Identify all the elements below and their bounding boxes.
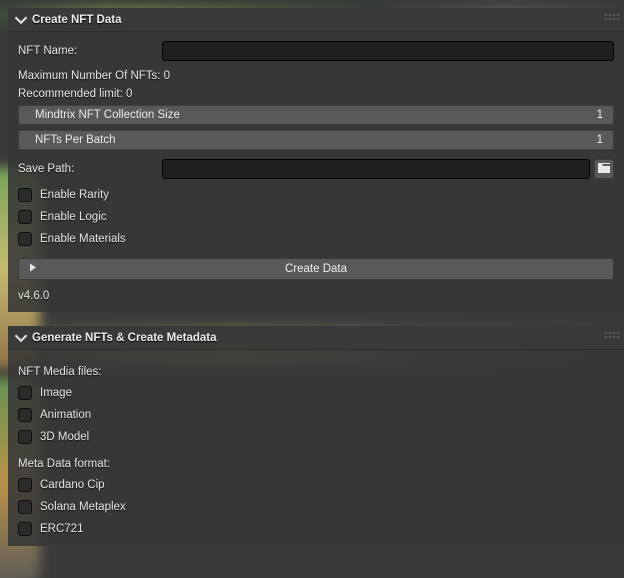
collection-size-value: 1	[597, 109, 603, 121]
drag-handle-icon[interactable]	[605, 14, 619, 20]
image-label: Image	[40, 387, 72, 399]
collection-size-field[interactable]: Mindtrix NFT Collection Size 1	[18, 105, 614, 125]
collection-size-label: Mindtrix NFT Collection Size	[35, 109, 180, 121]
folder-icon	[597, 162, 611, 177]
save-path-input[interactable]	[162, 159, 590, 179]
nfts-per-batch-value: 1	[597, 134, 603, 146]
enable-logic-label: Enable Logic	[40, 211, 107, 223]
cardano-checkbox[interactable]: Cardano Cip	[18, 478, 614, 492]
checkbox-icon	[18, 478, 32, 492]
image-checkbox[interactable]: Image	[18, 386, 614, 400]
chevron-down-icon	[14, 13, 28, 27]
solana-checkbox[interactable]: Solana Metaplex	[18, 500, 614, 514]
nfts-per-batch-field[interactable]: NFTs Per Batch 1	[18, 130, 614, 150]
chevron-down-icon	[14, 331, 28, 345]
browse-folder-button[interactable]	[594, 159, 614, 179]
animation-label: Animation	[40, 409, 91, 421]
animation-checkbox[interactable]: Animation	[18, 408, 614, 422]
drag-handle-icon[interactable]	[605, 332, 619, 338]
enable-materials-checkbox[interactable]: Enable Materials	[18, 232, 614, 246]
panel-create-nft-data: Create NFT Data NFT Name: Maximum Number…	[8, 8, 624, 312]
metadata-format-label: Meta Data format:	[18, 458, 614, 470]
panel-header-create-nft-data[interactable]: Create NFT Data	[8, 8, 624, 32]
solana-label: Solana Metaplex	[40, 501, 126, 513]
enable-logic-checkbox[interactable]: Enable Logic	[18, 210, 614, 224]
max-nfts-text: Maximum Number Of NFTs: 0	[18, 70, 614, 82]
checkbox-icon	[18, 232, 32, 246]
panel-title: Generate NFTs & Create Metadata	[32, 332, 216, 344]
checkbox-icon	[18, 500, 32, 514]
checkbox-icon	[18, 188, 32, 202]
create-data-button[interactable]: Create Data	[18, 258, 614, 280]
checkbox-icon	[18, 408, 32, 422]
nfts-per-batch-label: NFTs Per Batch	[35, 134, 116, 146]
panel-body-create-nft-data: NFT Name: Maximum Number Of NFTs: 0 Reco…	[8, 32, 624, 312]
enable-materials-label: Enable Materials	[40, 233, 126, 245]
checkbox-icon	[18, 522, 32, 536]
3d-model-checkbox[interactable]: 3D Model	[18, 430, 614, 444]
checkbox-icon	[18, 210, 32, 224]
enable-rarity-label: Enable Rarity	[40, 189, 109, 201]
panel-title: Create NFT Data	[32, 14, 121, 26]
version-text: v4.6.0	[18, 290, 614, 302]
checkbox-icon	[18, 386, 32, 400]
media-files-label: NFT Media files:	[18, 366, 614, 378]
save-path-label: Save Path:	[18, 163, 162, 175]
checkbox-icon	[18, 430, 32, 444]
3d-model-label: 3D Model	[40, 431, 89, 443]
create-data-label: Create Data	[285, 263, 347, 275]
play-icon	[29, 263, 37, 276]
panel-generate-nfts: Generate NFTs & Create Metadata NFT Medi…	[8, 326, 624, 546]
panel-body-generate-nfts: NFT Media files: Image Animation 3D Mode…	[8, 350, 624, 546]
recommended-limit-text: Recommended limit: 0	[18, 88, 614, 100]
erc721-checkbox[interactable]: ERC721	[18, 522, 614, 536]
enable-rarity-checkbox[interactable]: Enable Rarity	[18, 188, 614, 202]
cardano-label: Cardano Cip	[40, 479, 105, 491]
nft-name-input[interactable]	[162, 41, 614, 61]
nft-name-label: NFT Name:	[18, 45, 162, 57]
panel-header-generate-nfts[interactable]: Generate NFTs & Create Metadata	[8, 326, 624, 350]
erc721-label: ERC721	[40, 523, 83, 535]
